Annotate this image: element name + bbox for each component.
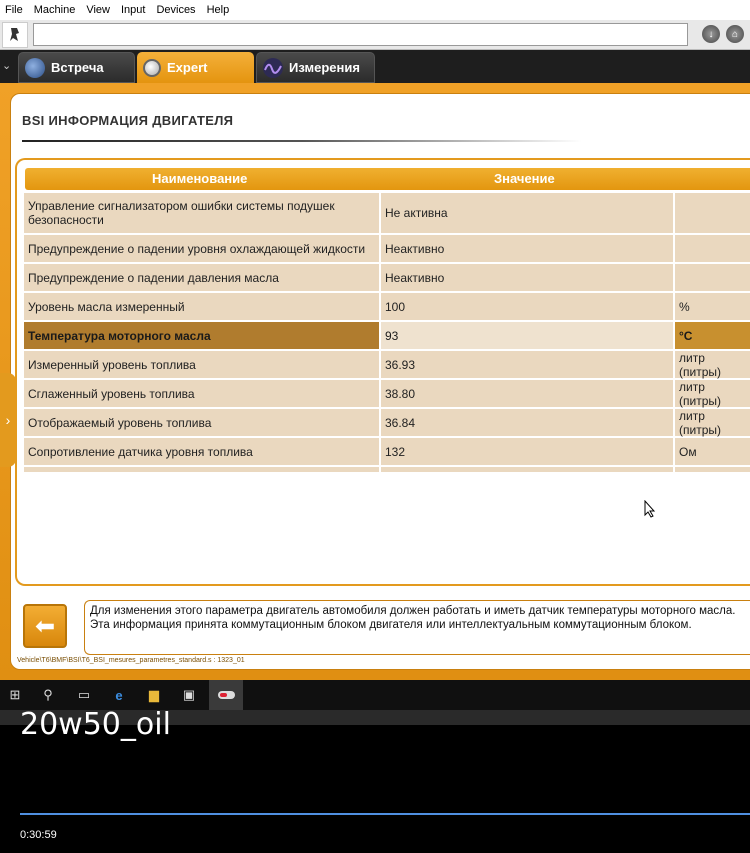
param-value: 93 bbox=[381, 322, 673, 349]
file-explorer-icon[interactable]: ▆ bbox=[146, 687, 162, 703]
menu-bar: File Machine View Input Devices Help bbox=[0, 0, 750, 20]
param-unit: °C bbox=[675, 322, 750, 349]
row-stub bbox=[381, 467, 673, 472]
param-value: 100 bbox=[381, 293, 673, 320]
mouse-cursor-icon bbox=[644, 500, 656, 518]
app-toggle-icon bbox=[218, 691, 235, 699]
row-stub bbox=[24, 467, 379, 472]
param-value: 38.80 bbox=[381, 380, 673, 407]
download-icon[interactable]: ↓ bbox=[702, 25, 720, 43]
windows-start-icon[interactable]: ⊞ bbox=[7, 687, 23, 703]
table-row[interactable]: Сглаженный уровень топлива 38.80 литр (п… bbox=[24, 380, 750, 408]
row-stub bbox=[675, 467, 750, 472]
table-row[interactable]: Уровень масла измеренный 100 % bbox=[24, 293, 750, 320]
video-title: 20w50_oil bbox=[20, 707, 171, 742]
menu-help[interactable]: Help bbox=[202, 4, 236, 16]
param-name: Сглаженный уровень топлива bbox=[24, 380, 379, 407]
menu-machine[interactable]: Machine bbox=[29, 4, 82, 16]
screen: { "menu": ["File", "Machine", "View", "I… bbox=[0, 0, 750, 853]
menu-devices[interactable]: Devices bbox=[151, 4, 201, 16]
menu-file[interactable]: File bbox=[0, 4, 29, 16]
param-name: Управление сигнализатором ошибки системы… bbox=[24, 193, 379, 233]
column-header-name: Наименование bbox=[152, 171, 248, 186]
param-value: 36.93 bbox=[381, 351, 673, 378]
param-unit: Ом bbox=[675, 438, 750, 465]
table-row[interactable]: Измеренный уровень топлива 36.93 литр (п… bbox=[24, 351, 750, 379]
param-name: Отображаемый уровень топлива bbox=[24, 409, 379, 436]
table-header: Наименование Значение bbox=[25, 168, 750, 190]
edge-browser-icon[interactable]: e bbox=[111, 687, 127, 703]
param-name: Предупреждение о падении уровня охлаждаю… bbox=[24, 235, 379, 262]
menu-view[interactable]: View bbox=[81, 4, 116, 16]
param-unit bbox=[675, 235, 750, 262]
param-unit: литр (питры) bbox=[675, 351, 750, 379]
param-name: Измеренный уровень топлива bbox=[24, 351, 379, 378]
globe-icon bbox=[25, 57, 45, 78]
active-app-slot[interactable] bbox=[209, 680, 243, 710]
taskbar: ⊞ ⚲ ▭ e ▆ ▣ bbox=[0, 680, 750, 710]
table-row[interactable]: Сопротивление датчика уровня топлива 132… bbox=[24, 438, 750, 465]
magnifier-icon bbox=[143, 58, 161, 77]
table-row-partial bbox=[24, 467, 750, 472]
video-progress-bar[interactable] bbox=[20, 813, 750, 815]
back-button[interactable]: ⬅ bbox=[23, 604, 67, 648]
page-title: BSI ИНФОРМАЦИЯ ДВИГАТЕЛЯ bbox=[22, 113, 234, 128]
param-unit: % bbox=[675, 293, 750, 320]
video-timecode: 0:30:59 bbox=[20, 829, 57, 841]
tab-label: Измерения bbox=[289, 60, 360, 75]
side-expand-handle[interactable]: › bbox=[0, 373, 16, 467]
waveform-icon bbox=[263, 57, 283, 78]
param-value: Неактивно bbox=[381, 264, 673, 291]
table-row-selected[interactable]: Температура моторного масла 93 °C bbox=[24, 322, 750, 349]
tab-label: Expert bbox=[167, 60, 208, 75]
param-unit bbox=[675, 193, 750, 233]
address-field[interactable] bbox=[33, 23, 688, 46]
param-value: Не активна bbox=[381, 193, 673, 233]
param-name: Температура моторного масла bbox=[24, 322, 379, 349]
tab-measurements[interactable]: Измерения bbox=[256, 52, 375, 83]
chevron-down-icon[interactable]: ⌄ bbox=[2, 59, 16, 73]
task-view-icon[interactable]: ▭ bbox=[76, 687, 92, 703]
toolbar: ↓ ⌂ bbox=[0, 20, 750, 50]
param-value: 132 bbox=[381, 438, 673, 465]
arrow-left-icon: ⬅ bbox=[34, 612, 56, 640]
table-row[interactable]: Предупреждение о падении уровня охлаждаю… bbox=[24, 235, 750, 262]
store-icon[interactable]: ▣ bbox=[181, 687, 197, 703]
param-unit: литр (питры) bbox=[675, 409, 750, 437]
title-divider bbox=[22, 140, 582, 142]
info-text: Для изменения этого параметра двигатель … bbox=[84, 600, 750, 655]
tab-meeting[interactable]: Встреча bbox=[18, 52, 135, 83]
param-value: Неактивно bbox=[381, 235, 673, 262]
column-header-value: Значение bbox=[494, 171, 555, 186]
tab-bar: ⌄ Встреча Expert Измерения bbox=[0, 50, 750, 83]
search-icon[interactable]: ⚲ bbox=[40, 687, 56, 703]
menu-input[interactable]: Input bbox=[116, 4, 151, 16]
peugeot-logo-icon bbox=[2, 22, 28, 48]
file-path: Vehicle\T6\BMF\BSI\T6_BSI_mesures_parame… bbox=[17, 657, 245, 664]
table-row[interactable]: Управление сигнализатором ошибки системы… bbox=[24, 193, 750, 233]
param-unit: литр (питры) bbox=[675, 380, 750, 408]
tab-label: Встреча bbox=[51, 60, 104, 75]
home-icon[interactable]: ⌂ bbox=[726, 25, 744, 43]
table-row[interactable]: Отображаемый уровень топлива 36.84 литр … bbox=[24, 409, 750, 437]
param-unit bbox=[675, 264, 750, 291]
tab-expert[interactable]: Expert bbox=[137, 52, 254, 83]
param-name: Уровень масла измеренный bbox=[24, 293, 379, 320]
param-value: 36.84 bbox=[381, 409, 673, 436]
param-name: Сопротивление датчика уровня топлива bbox=[24, 438, 379, 465]
param-name: Предупреждение о падении давления масла bbox=[24, 264, 379, 291]
table-row[interactable]: Предупреждение о падении давления масла … bbox=[24, 264, 750, 291]
